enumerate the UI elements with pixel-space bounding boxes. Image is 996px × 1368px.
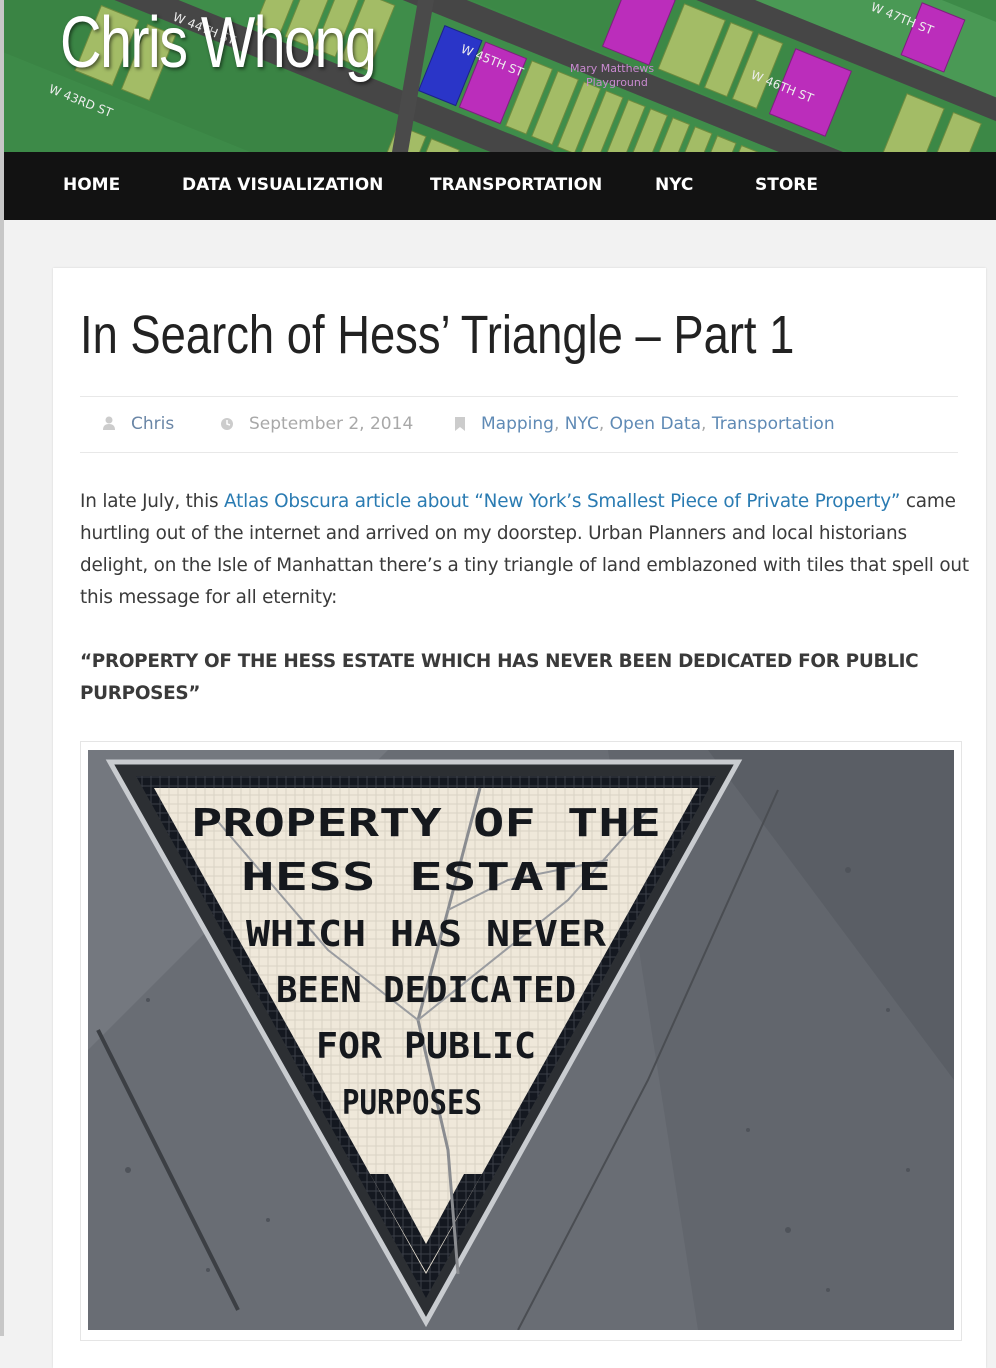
bookmark-icon <box>452 410 468 438</box>
post-title[interactable]: In Search of Hess’ Triangle – Part 1 <box>80 300 794 370</box>
tile-text-line-4: BEEN DEDICATED <box>276 970 576 1011</box>
category-link-mapping[interactable]: Mapping <box>481 414 554 434</box>
nav-item-nyc[interactable]: NYC <box>655 152 693 220</box>
post-intro-paragraph: In late July, this Atlas Obscura article… <box>80 486 980 614</box>
tile-text-line-1: PROPERTY OF THE <box>191 801 661 845</box>
nav-item-data-visualization[interactable]: DATA VISUALIZATION <box>182 152 383 220</box>
map-label-park-2: Playground <box>586 76 648 89</box>
user-icon <box>101 410 117 438</box>
category-link-nyc[interactable]: NYC <box>565 414 599 434</box>
tile-text-line-5: FOR PUBLIC <box>316 1026 536 1067</box>
category-separator: , <box>553 414 560 434</box>
main-navigation: HOME DATA VISUALIZATION TRANSPORTATION N… <box>4 152 996 220</box>
nav-item-transportation[interactable]: TRANSPORTATION <box>430 152 602 220</box>
nav-item-home[interactable]: HOME <box>63 152 120 220</box>
header-banner[interactable]: W 45TH ST W 46TH ST W 47TH ST W 43RD ST … <box>4 0 996 152</box>
atlas-obscura-article-link[interactable]: Atlas Obscura article about “New York’s … <box>224 491 900 512</box>
category-link-transportation[interactable]: Transportation <box>712 414 835 434</box>
tile-text-line-6: PURPOSES <box>342 1083 482 1123</box>
category-link-open-data[interactable]: Open Data <box>610 414 701 434</box>
meta-divider-bottom <box>80 452 958 453</box>
clock-icon <box>219 410 235 438</box>
tile-text-line-2: HESS ESTATE <box>241 855 611 899</box>
site-title[interactable]: Chris Whong <box>60 0 377 88</box>
map-label-park: Mary Matthews <box>570 62 654 75</box>
post-date: September 2, 2014 <box>249 414 414 434</box>
category-separator: , <box>701 414 707 434</box>
tile-text-line-3: WHICH HAS NEVER <box>246 914 606 955</box>
category-separator: , <box>598 414 605 434</box>
post-categories: Mapping, NYC, Open Data, Transportation <box>481 410 835 438</box>
hess-triangle-photo[interactable]: PROPERTY OF THE HESS ESTATE WHICH HAS NE… <box>88 750 954 1330</box>
nav-item-store[interactable]: STORE <box>755 152 818 220</box>
post-quote: “PROPERTY OF THE HESS ESTATE WHICH HAS N… <box>80 651 919 704</box>
intro-text-prefix: In late July, this <box>80 491 225 512</box>
post-author[interactable]: Chris <box>131 410 174 438</box>
meta-divider-top <box>80 396 958 397</box>
